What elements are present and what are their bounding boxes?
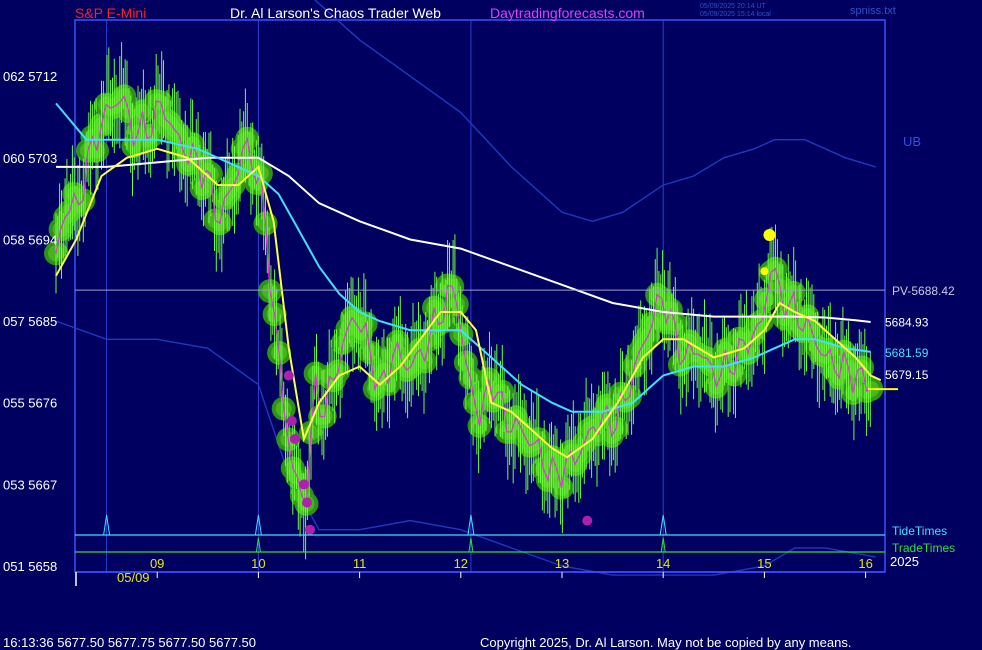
yellow-dot (760, 267, 769, 276)
magenta-dot (301, 497, 312, 508)
file-name: spniss.txt (850, 5, 896, 17)
x-tick-label: 09 (150, 556, 164, 571)
yellow-dot (763, 228, 776, 241)
pivot-label: PV-5688.42 (892, 284, 955, 298)
trade-times-line: TradeTimes (75, 537, 955, 555)
x-tick-label: 15 (757, 556, 771, 571)
magenta-dot (582, 515, 593, 526)
y-tick-label: 058 5694 (3, 232, 57, 247)
magenta-dot (286, 415, 297, 426)
medium-average-value: 5681.59 (885, 346, 929, 360)
site-title: Dr. Al Larson's Chaos Trader Web (230, 5, 441, 21)
x-tick-label: 10 (251, 556, 265, 571)
x-tick-label: 13 (555, 556, 569, 571)
trade-label: TradeTimes (892, 541, 955, 555)
y-tick-label: 062 5712 (3, 69, 57, 84)
x-tick-label: 12 (454, 556, 468, 571)
magenta-dot (305, 524, 316, 535)
chart: PV-5688.42 TideTimes TradeTimes 051 5658… (3, 0, 955, 586)
tide-label: TideTimes (892, 524, 947, 538)
magenta-dot (283, 370, 294, 381)
right-labels: UB 5684.93 5681.59 5679.15 (868, 134, 929, 391)
timestamp-local: 05/09/2025 15:14 local (700, 11, 771, 18)
upper-band-label: UB (903, 134, 921, 149)
x-date-label: 05/09 (117, 570, 150, 585)
signal-dots (283, 228, 776, 535)
vertical-lines (106, 20, 664, 572)
fast-average-value: 5679.15 (885, 368, 929, 382)
y-axis: 051 5658 053 5667 055 5676 057 5685 058 5694… (3, 69, 57, 574)
x-tick-label: 11 (353, 556, 367, 571)
symbol-title: S&P E-Mini (75, 5, 147, 21)
timestamp-utc: 05/09/2025 20:14 UT (700, 3, 766, 10)
y-tick-label: 051 5658 (3, 559, 57, 574)
pivot-line: PV-5688.42 (75, 284, 955, 298)
site-url-link[interactable]: Daytradingforecasts.com (490, 5, 645, 21)
copyright: Copyright 2025, Dr. Al Larson. May not b… (480, 635, 852, 650)
x-tick-label: 14 (656, 556, 670, 571)
bands (55, 0, 876, 576)
magenta-dot (289, 434, 300, 445)
y-tick-label: 053 5667 (3, 477, 57, 492)
y-tick-label: 060 5703 (3, 151, 57, 166)
quote-line: 16:13:36 5677.50 5677.75 5677.50 5677.50 (3, 635, 257, 650)
x-axis: 09 10 11 12 13 14 15 16 05/09 2025 (75, 554, 919, 586)
y-tick-label: 057 5685 (3, 314, 57, 329)
slow-average-value: 5684.93 (885, 316, 929, 330)
y-tick-label: 055 5676 (3, 396, 57, 411)
year-label: 2025 (890, 554, 919, 569)
upper-band-line (313, 0, 876, 223)
x-tick-label: 16 (858, 556, 872, 571)
magenta-dot (298, 479, 309, 490)
tide-times-line: TideTimes (75, 514, 947, 538)
